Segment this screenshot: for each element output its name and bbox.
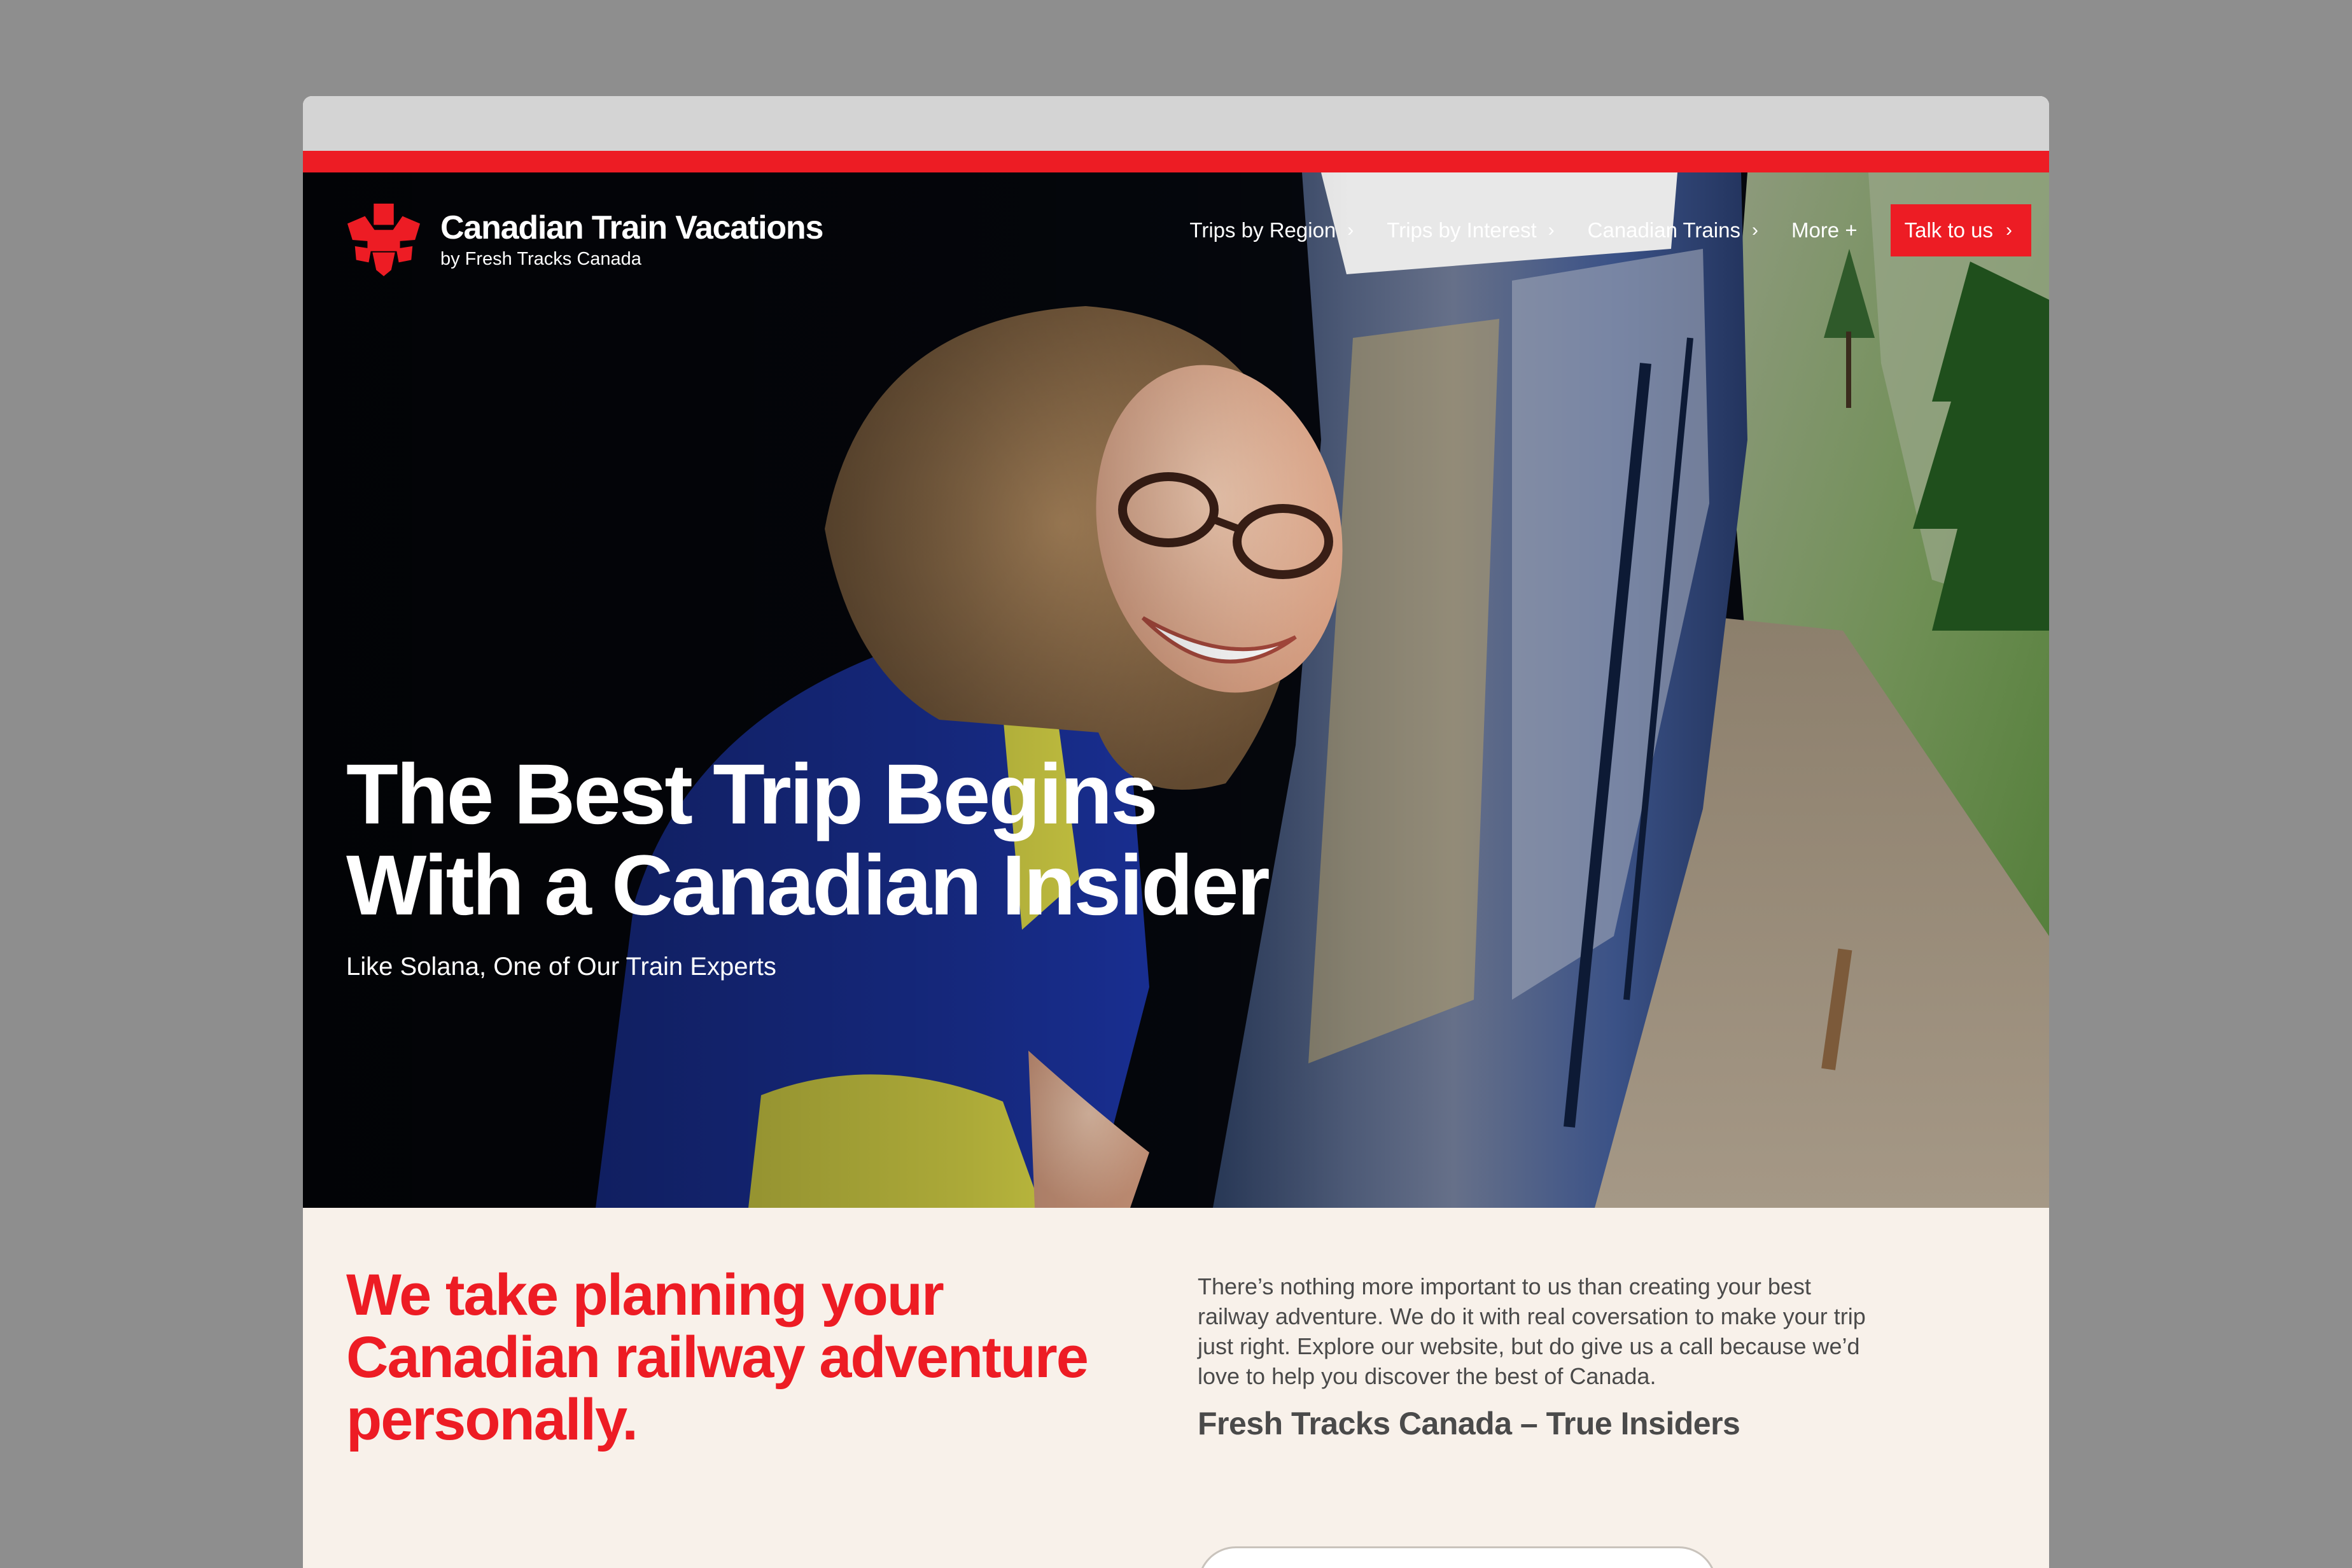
main-nav: Trips by Region › Trips by Interest › Ca… [1189,204,2031,256]
nav-label: Canadian Trains [1587,218,1740,242]
brand-logo[interactable]: Canadian Train Vacations by Fresh Tracks… [346,202,823,278]
cta-label: Talk to us [1904,218,1993,242]
hero-section: Canadian Train Vacations by Fresh Tracks… [303,172,2049,1208]
hero-subtitle: Like Solana, One of Our Train Experts [346,953,776,981]
chevron-right-icon: › [1548,220,1555,241]
brand-accent-strip [303,151,2049,172]
chevron-right-icon: › [1751,220,1758,241]
browser-top-bar [303,96,2049,151]
hero-title: The Best Trip Begins With a Canadian Insi… [346,747,1270,933]
intro-heading: We take planning your Canadian railway a… [346,1263,1089,1452]
hero-title-line-1: The Best Trip Begins [346,747,1158,842]
nav-label: More + [1791,218,1858,242]
intro-body: There’s nothing more important to us tha… [1198,1273,1866,1389]
chevron-right-icon: › [2006,220,2012,241]
chevron-right-icon: › [1347,220,1354,241]
pill-field[interactable] [1198,1546,1717,1568]
nav-more[interactable]: More + [1791,218,1858,242]
hero-shade-overlay [303,172,2049,1208]
brand-subtitle: by Fresh Tracks Canada [440,249,641,269]
nav-canadian-trains[interactable]: Canadian Trains › [1588,218,1758,242]
browser-window: Canadian Train Vacations by Fresh Tracks… [303,96,2049,1568]
nav-trips-by-interest[interactable]: Trips by Interest › [1387,218,1554,242]
maple-leaf-logo-icon [347,203,421,277]
intro-section: We take planning your Canadian railway a… [303,1208,2049,1568]
talk-to-us-button[interactable]: Talk to us › [1890,204,2031,256]
brand-title: Canadian Train Vacations [440,209,823,246]
intro-signature: Fresh Tracks Canada – True Insiders [1198,1406,1740,1441]
hero-title-line-2: With a Canadian Insider [346,838,1270,933]
nav-label: Trips by Interest [1387,218,1537,242]
nav-label: Trips by Region [1189,218,1336,242]
nav-trips-by-region[interactable]: Trips by Region › [1189,218,1354,242]
